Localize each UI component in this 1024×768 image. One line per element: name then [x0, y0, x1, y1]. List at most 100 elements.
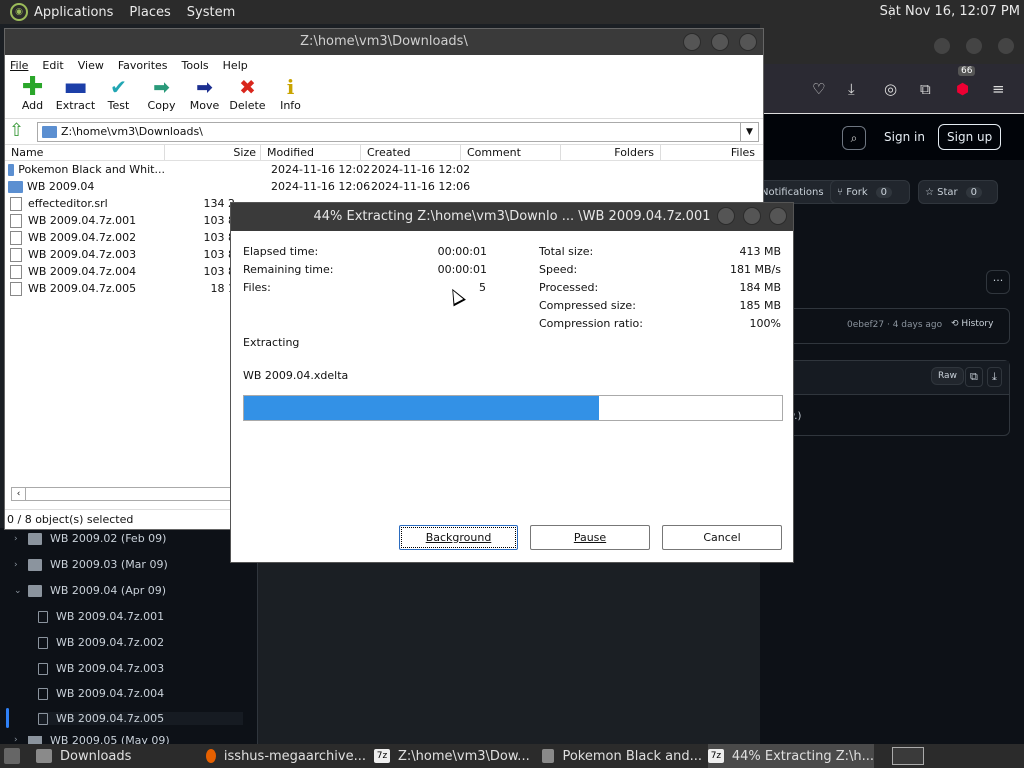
- extensions-icon[interactable]: ⧉: [920, 80, 931, 98]
- up-folder-icon[interactable]: ⇧: [9, 121, 27, 141]
- download-icon[interactable]: ⤓: [848, 80, 855, 98]
- menu-help[interactable]: Help: [223, 59, 248, 72]
- info-button[interactable]: i Info: [269, 75, 312, 112]
- maximize-icon[interactable]: [966, 38, 982, 54]
- raw-button[interactable]: Raw: [931, 367, 964, 385]
- tree-item-folder-open[interactable]: ⌄ WB 2009.04 (Apr 09): [14, 584, 166, 597]
- task-downloads[interactable]: Downloads: [36, 744, 198, 768]
- move-button[interactable]: ➡ Move: [183, 75, 226, 112]
- chevron-down-icon[interactable]: ▼: [740, 122, 758, 141]
- menu-places[interactable]: Places: [129, 5, 170, 20]
- close-icon[interactable]: [739, 33, 757, 51]
- test-button[interactable]: ✔ Test: [97, 75, 140, 112]
- table-row[interactable]: WB 2009.04.7z.005 18 1: [5, 280, 235, 297]
- window-titlebar[interactable]: Z:\home\vm3\Downloads\: [5, 29, 763, 55]
- task-firefox[interactable]: isshus-megaarchive...: [206, 744, 366, 768]
- firefox-icon: [206, 749, 216, 763]
- table-row[interactable]: effecteditor.srl 134 2: [5, 195, 235, 212]
- taskbar: Downloads isshus-megaarchive... 7z Z:\hom…: [0, 744, 1024, 768]
- tree-item-file-selected[interactable]: WB 2009.04.7z.005: [38, 712, 243, 725]
- table-row[interactable]: WB 2009.04.7z.001 103 8: [5, 212, 235, 229]
- maximize-icon[interactable]: [743, 207, 761, 225]
- path-combobox[interactable]: Z:\home\vm3\Downloads\ ▼: [37, 121, 759, 142]
- close-icon[interactable]: [769, 207, 787, 225]
- maximize-icon[interactable]: [711, 33, 729, 51]
- extract-progress-dialog: 44% Extracting Z:\home\vm3\Downlo ... \W…: [230, 202, 794, 563]
- tree-item-file[interactable]: WB 2009.04.7z.004: [38, 687, 164, 700]
- add-button[interactable]: ✚ Add: [11, 72, 54, 112]
- delete-button[interactable]: ✖ Delete: [226, 75, 269, 112]
- table-row[interactable]: WB 2009.04 2024-11-16 12:06 2024-11-16 12:…: [5, 178, 470, 195]
- task-pokemon-folder[interactable]: Pokemon Black and...: [542, 744, 702, 768]
- fork-label: Fork: [846, 186, 868, 198]
- copy-button[interactable]: ➡ Copy: [140, 75, 183, 112]
- tree-item-file[interactable]: WB 2009.04.7z.001: [38, 610, 164, 623]
- show-desktop-icon[interactable]: [4, 748, 20, 764]
- tree-item-file[interactable]: WB 2009.04.7z.003: [38, 662, 164, 675]
- table-row[interactable]: WB 2009.04.7z.002 103 8: [5, 229, 235, 246]
- extract-button[interactable]: ▬ Extract: [54, 72, 97, 112]
- cancel-button[interactable]: Cancel: [662, 525, 782, 550]
- tree-item-label: WB 2009.04.7z.002: [56, 636, 165, 649]
- menu-system[interactable]: System: [187, 5, 235, 20]
- pause-button[interactable]: Pause: [530, 525, 650, 550]
- distro-logo-icon[interactable]: ◉: [10, 3, 28, 21]
- account-icon[interactable]: ◎: [884, 80, 897, 98]
- window-title: Z:\home\vm3\Downloads\: [300, 34, 468, 49]
- download-icon[interactable]: ⤓: [987, 367, 1002, 387]
- col-created[interactable]: Created: [361, 145, 461, 160]
- commit-info[interactable]: 0ebef27 · 4 days ago: [847, 320, 942, 330]
- col-comment[interactable]: Comment: [461, 145, 561, 160]
- main-toolbar: ✚ Add ▬ Extract ✔ Test ➡ Copy ➡ Move ✖ Delete …: [5, 72, 763, 119]
- task-extracting[interactable]: 7z 44% Extracting Z:\h...: [708, 744, 874, 768]
- fork-button[interactable]: ⑂ Fork 0: [830, 180, 910, 204]
- menu-tools[interactable]: Tools: [182, 59, 209, 72]
- tree-item-folder[interactable]: › WB 2009.05 (May 09): [14, 736, 170, 744]
- star-count: 0: [965, 186, 983, 198]
- menu-favorites[interactable]: Favorites: [118, 59, 168, 72]
- history-link[interactable]: ⟲ History: [951, 319, 993, 329]
- menu-applications[interactable]: Applications: [34, 5, 113, 20]
- scroll-left-icon[interactable]: ‹: [12, 488, 26, 500]
- tree-item-file[interactable]: WB 2009.04.7z.002: [38, 636, 164, 649]
- tree-item-folder[interactable]: › WB 2009.02 (Feb 09): [14, 532, 166, 545]
- compressed-size-label: Compressed size:: [539, 299, 636, 312]
- table-row[interactable]: WB 2009.04.7z.003 103 8: [5, 246, 235, 263]
- menu-view[interactable]: View: [78, 59, 104, 72]
- add-label: Add: [21, 99, 44, 112]
- info-label: Info: [280, 99, 301, 112]
- sign-up-button[interactable]: Sign up: [938, 124, 1002, 150]
- table-row[interactable]: Pokemon Black and Whit... 2024-11-16 12:0…: [5, 161, 470, 178]
- star-button[interactable]: ☆ Star 0: [918, 180, 998, 204]
- workspace-switcher-icon[interactable]: [892, 747, 924, 765]
- star-icon: ☆: [925, 186, 938, 198]
- task-7zip[interactable]: 7z Z:\home\vm3\Dow...: [374, 744, 534, 768]
- horizontal-scrollbar[interactable]: ‹: [11, 487, 231, 501]
- more-options-icon[interactable]: ···: [986, 270, 1010, 294]
- tree-item-folder[interactable]: › WB 2009.03 (Mar 09): [14, 558, 168, 571]
- col-folders[interactable]: Folders: [561, 145, 661, 160]
- file-icon: [10, 196, 22, 211]
- clock[interactable]: Sat Nov 16, 12:07 PM: [880, 4, 1020, 19]
- minimize-icon[interactable]: [934, 38, 950, 54]
- col-size[interactable]: Size: [165, 145, 261, 160]
- menu-icon[interactable]: ≡: [992, 80, 1005, 98]
- sign-in-link[interactable]: Sign in: [884, 130, 925, 144]
- minimize-icon[interactable]: [717, 207, 735, 225]
- copy-icon[interactable]: ⧉: [965, 367, 983, 387]
- close-icon[interactable]: [998, 38, 1014, 54]
- menu-edit[interactable]: Edit: [42, 59, 63, 72]
- table-row[interactable]: WB 2009.04.7z.004 103 8: [5, 263, 235, 280]
- file-icon: [38, 687, 48, 700]
- pocket-icon[interactable]: ♡: [812, 80, 825, 98]
- ublock-icon[interactable]: ⬢: [956, 80, 969, 98]
- col-files[interactable]: Files: [661, 145, 761, 160]
- background-button[interactable]: Background: [399, 525, 518, 550]
- search-icon[interactable]: ⌕: [842, 126, 866, 150]
- col-modified[interactable]: Modified: [261, 145, 361, 160]
- minimize-icon[interactable]: [683, 33, 701, 51]
- dialog-titlebar[interactable]: 44% Extracting Z:\home\vm3\Downlo ... \W…: [231, 203, 793, 231]
- file-icon: [10, 264, 22, 279]
- menu-file[interactable]: File: [10, 59, 28, 72]
- col-name[interactable]: Name: [5, 145, 165, 160]
